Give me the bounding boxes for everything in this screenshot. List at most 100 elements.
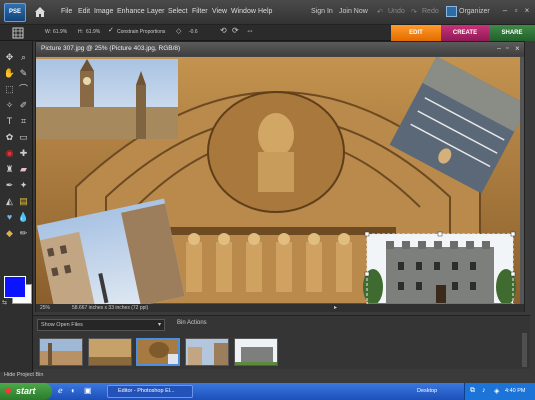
brush-tool[interactable]: ✒ [3, 179, 16, 192]
menu-image[interactable]: Image [94, 8, 113, 15]
document-window: Picture 307.jpg @ 25% (Picture 403.jpg, … [35, 41, 525, 312]
chevron-down-icon: ▾ [157, 322, 161, 328]
undo-icon[interactable]: ↶ [377, 8, 383, 16]
move-tool-icon[interactable] [12, 27, 24, 39]
doc-minimize-icon[interactable]: – [497, 45, 501, 52]
desktop-icon[interactable]: ▣ [84, 386, 92, 395]
bin-thumb-2[interactable] [88, 338, 132, 366]
taskbar-editor-button[interactable]: Editor - Photoshop El... [107, 385, 193, 398]
sponge-tool[interactable]: ◆ [3, 227, 16, 240]
menu-layer[interactable]: Layer [147, 8, 165, 15]
tab-share[interactable]: SHARE [489, 25, 535, 41]
width-field[interactable]: 61.9% [53, 29, 67, 35]
shape-tool[interactable]: ♥ [3, 211, 16, 224]
document-size: 58.667 inches x 33 inches (72 ppi) [72, 305, 149, 311]
organizer-icon[interactable] [446, 6, 457, 17]
hand-tool[interactable]: ✋ [3, 67, 16, 80]
undo-button[interactable]: Undo [388, 8, 405, 15]
selection-brush-tool[interactable]: ✐ [17, 99, 30, 112]
zoom-level[interactable]: 25% [40, 304, 50, 312]
image-canvas[interactable] [36, 57, 520, 304]
bin-thumb-3-selected[interactable] [136, 338, 180, 366]
menu-select[interactable]: Select [168, 8, 187, 15]
home-icon[interactable] [33, 5, 47, 19]
menu-view[interactable]: View [212, 8, 227, 15]
eraser-tool[interactable]: ▰ [17, 163, 30, 176]
bin-scrollbar[interactable] [522, 333, 527, 367]
foreground-color-swatch[interactable] [4, 276, 26, 298]
height-field[interactable]: 61.9% [86, 29, 100, 35]
doc-maximize-icon[interactable]: ▫ [506, 45, 508, 52]
organizer-button[interactable]: Organizer [459, 8, 490, 15]
zoom-tool[interactable]: ⌕ [17, 51, 30, 64]
magic-wand-tool[interactable]: ✧ [3, 99, 16, 112]
eyedropper-tool[interactable]: ✎ [17, 67, 30, 80]
gradient-tool[interactable]: ▤ [17, 195, 30, 208]
join-now-link[interactable]: Join Now [339, 8, 368, 15]
smart-brush-tool[interactable]: ✦ [17, 179, 30, 192]
security-icon[interactable]: ◈ [494, 387, 499, 395]
bin-thumb-5[interactable] [234, 338, 278, 366]
clone-stamp-tool[interactable]: ♜ [3, 163, 16, 176]
photo-big-ben [36, 59, 178, 139]
angle-field[interactable]: -0.6 [189, 29, 198, 35]
show-open-files-dropdown[interactable]: Show Open Files ▾ [37, 319, 165, 331]
document-status-bar: 25% 58.667 inches x 33 inches (72 ppi) ▸ [36, 304, 524, 312]
menu-file[interactable]: File [61, 8, 72, 15]
healing-brush-tool[interactable]: ✚ [17, 147, 30, 160]
sign-in-link[interactable]: Sign In [311, 8, 333, 15]
marquee-tool[interactable]: ⬚ [3, 83, 16, 96]
swap-colors-icon[interactable]: ⇆ [2, 299, 7, 306]
start-label: start [16, 386, 36, 396]
bin-thumb-1[interactable] [39, 338, 83, 366]
menu-help[interactable]: Help [258, 8, 272, 15]
vertical-scrollbar[interactable] [520, 57, 524, 304]
menu-enhance[interactable]: Enhance [117, 8, 145, 15]
red-eye-tool[interactable]: ◉ [3, 147, 16, 160]
menu-bar: PSE File Edit Image Enhance Layer Select… [0, 0, 535, 25]
height-label: H: [78, 29, 83, 35]
constrain-label: Constrain Proportions [117, 29, 166, 35]
crop-tool[interactable]: ⌗ [17, 115, 30, 128]
composite-image [36, 57, 520, 304]
cookie-cutter-tool[interactable]: ✿ [3, 131, 16, 144]
menu-edit[interactable]: Edit [78, 8, 90, 15]
lasso-tool[interactable]: ⌒ [17, 83, 30, 96]
bin-actions-menu[interactable]: Bin Actions [177, 320, 207, 326]
document-title: Picture 307.jpg @ 25% (Picture 403.jpg, … [36, 42, 524, 56]
pencil-tool[interactable]: ✏ [17, 227, 30, 240]
volume-icon[interactable]: ♪ [482, 387, 486, 394]
straighten-tool[interactable]: ▭ [17, 131, 30, 144]
project-bin: Show Open Files ▾ Bin Actions [33, 315, 530, 369]
ie-icon[interactable]: ℯ [58, 386, 63, 395]
menu-window[interactable]: Window [231, 8, 256, 15]
minimize-icon[interactable]: – [501, 7, 509, 15]
rotate-left-icon[interactable]: ⟳ [232, 26, 239, 35]
width-label: W: [45, 29, 52, 35]
type-tool[interactable]: T [3, 115, 16, 128]
move-tool[interactable]: ✥ [3, 51, 16, 64]
constrain-checkbox[interactable]: ✓ [108, 26, 114, 34]
network-icon[interactable]: ⧉ [470, 387, 475, 395]
redo-button[interactable]: Redo [422, 8, 439, 15]
tab-edit[interactable]: EDIT [391, 25, 441, 41]
flip-icon[interactable]: ⇔ [246, 26, 254, 35]
redo-icon[interactable]: ↷ [411, 8, 417, 16]
media-icon[interactable]: ◐ [71, 386, 76, 395]
maximize-icon[interactable]: ▫ [512, 7, 520, 15]
hide-project-bin-button[interactable]: Hide Project Bin [4, 372, 43, 378]
desktop-toolbar-label[interactable]: Desktop [417, 388, 437, 394]
paint-bucket-tool[interactable]: ◭ [3, 195, 16, 208]
skew-icon[interactable]: ⟲ [220, 26, 227, 35]
close-icon[interactable]: × [523, 7, 531, 15]
rotate-icon: ◇ [176, 28, 182, 35]
clock[interactable]: 4:40 PM [505, 388, 525, 394]
bin-thumb-4[interactable] [185, 338, 229, 366]
doc-close-icon[interactable]: × [515, 44, 520, 53]
menu-filter[interactable]: Filter [192, 8, 208, 15]
toolbox: ✥ ⌕ ✋ ✎ ⬚ ⌒ ✧ ✐ T ⌗ ✿ ▭ ◉ ✚ ♜ ▰ ✒ ✦ ◭ ▤ … [0, 41, 33, 372]
start-button[interactable]: ❖ start [0, 383, 52, 400]
status-menu-arrow-icon[interactable]: ▸ [334, 304, 337, 312]
blur-tool[interactable]: 💧 [17, 211, 30, 224]
tab-create[interactable]: CREATE [441, 25, 489, 41]
